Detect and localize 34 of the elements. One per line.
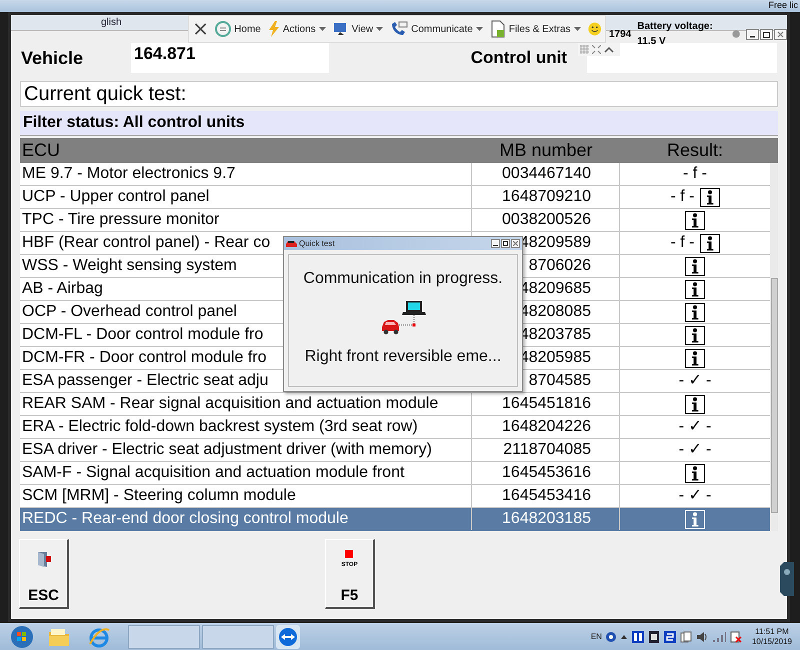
table-cell: 1645451816: [472, 393, 620, 415]
table-cell: REDC - Rear-end door closing control module: [20, 508, 472, 530]
table-cell: SAM-F - Signal acquisition and actuation module front: [20, 462, 472, 484]
table-cell: 0038200526: [472, 209, 620, 231]
window-title: glish: [101, 16, 122, 30]
table-cell: TPC - Tire pressure monitor: [20, 209, 472, 231]
table-cell: ESA driver - Electric seat adjustment driver (with memory): [20, 439, 472, 461]
filter-status: Filter status: All control units: [20, 111, 778, 136]
result-text: - ✓ -: [678, 440, 712, 460]
dialog-title: Quick test: [299, 238, 335, 250]
table-cell: 1648204226: [472, 416, 620, 438]
table-cell: 1645453416: [472, 485, 620, 507]
battery-voltage: Battery voltage: 11.5 V: [637, 20, 714, 49]
table-cell: 1648203185: [472, 508, 620, 530]
table-cell: UCP - Upper control panel: [20, 186, 472, 208]
result-text: - f -: [670, 187, 694, 207]
result-text: - ✓ -: [678, 371, 712, 391]
table-cell: ERA - Electric fold-down backrest system (3rd seat row): [20, 416, 472, 438]
table-cell: 0034467140: [472, 163, 620, 185]
window-title: Free lic: [768, 0, 799, 10]
field-label: Control unit: [470, 47, 567, 70]
result-text: - ✓ -: [678, 417, 712, 437]
table-cell: 1648709210: [472, 186, 620, 208]
serial-text: 1794: [609, 28, 632, 42]
table-cell: REAR SAM - Rear signal acquisition and actuation module: [20, 393, 472, 415]
field-label: Vehicle: [21, 46, 84, 70]
table-cell: ME 9.7 - Motor electronics 9.7: [20, 163, 472, 185]
result-text: - f -: [683, 164, 707, 184]
result-text: - f -: [670, 233, 694, 253]
quick-test-field: Current quick test:: [20, 81, 778, 107]
table-cell: 2118704085: [472, 439, 620, 461]
table-cell: 1645453616: [472, 462, 620, 484]
table-cell: SCM [MRM] - Steering column module: [20, 485, 472, 507]
result-text: - ✓ -: [678, 486, 712, 506]
